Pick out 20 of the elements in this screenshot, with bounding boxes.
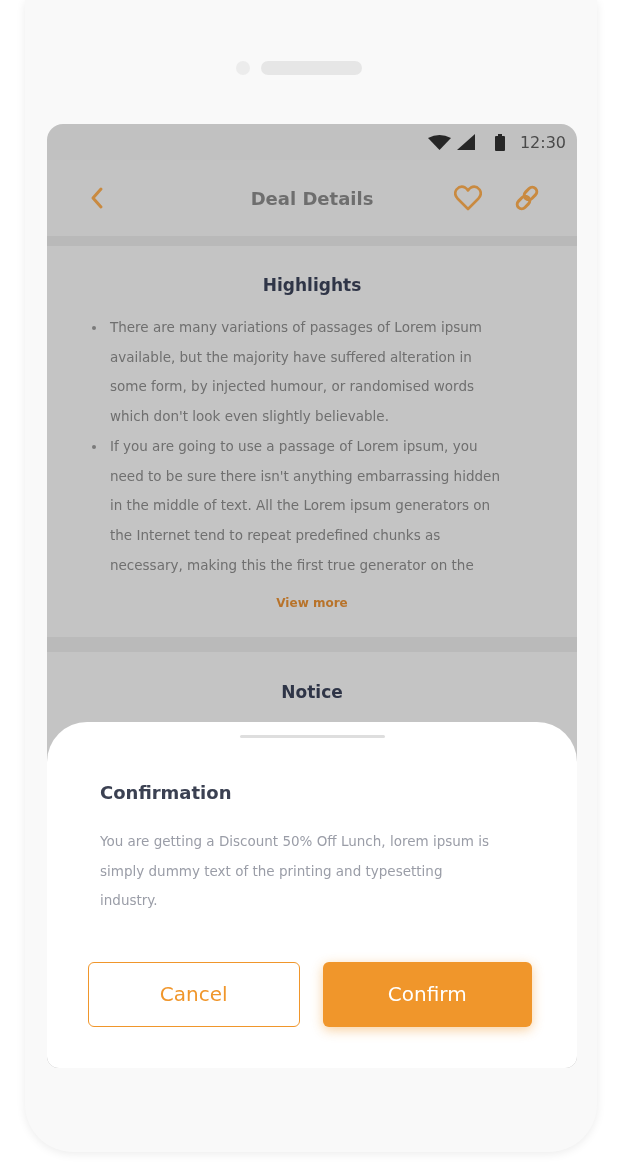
bullet-icon <box>92 326 96 330</box>
view-more-link[interactable]: View more <box>276 593 348 614</box>
section-title: Notice <box>281 681 343 705</box>
drag-handle[interactable] <box>239 735 385 738</box>
screen-title: Deal Details <box>250 187 374 209</box>
battery-icon <box>494 133 505 151</box>
wifi-icon <box>427 134 451 150</box>
confirm-button[interactable]: Confirm <box>322 961 532 1027</box>
cancel-button[interactable]: Cancel <box>88 961 300 1027</box>
status-time: 12:30 <box>519 132 566 152</box>
sheet-title: Confirmation <box>100 781 232 805</box>
heart-icon[interactable] <box>454 185 482 211</box>
signal-icon <box>456 134 475 150</box>
back-icon[interactable] <box>89 186 105 210</box>
link-icon[interactable] <box>513 184 541 212</box>
section-title: Highlights <box>262 274 362 297</box>
highlight-text: There are many variations of passages of Lorem ipsum available, but the majority have suffered alteration in some form, by injected humour, or randomised words which don't look even slightly believable. <box>110 318 483 427</box>
highlight-text: If you are going to use a passage of Lorem ipsum, you need to be sure there isn't anything embarrassing hidden in the middle of text. All the Lorem ipsum generators on the Internet tend to repeat predefined chunks as necessary, making this the first true generator on the <box>110 436 501 575</box>
bullet-icon <box>92 444 96 449</box>
sheet-message: You are getting a Discount 50% Off Lunch, lorem ipsum is simply dummy text of the printing and typesetting industry. <box>100 832 491 910</box>
